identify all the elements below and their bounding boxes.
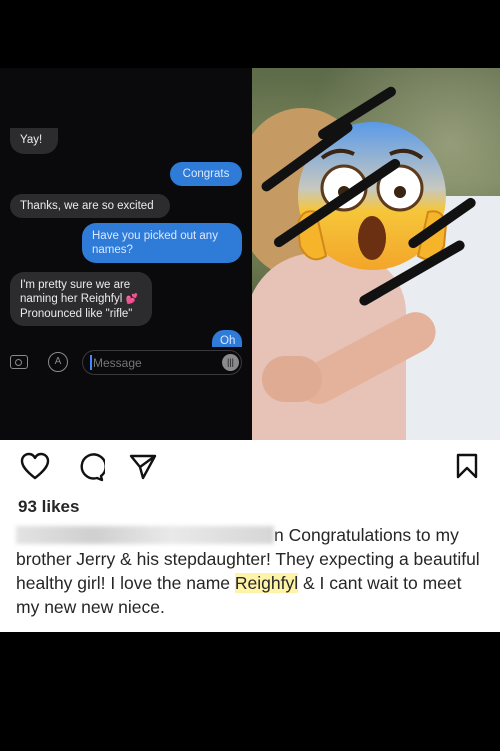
- chat-screenshot: Yay! Congrats Thanks, we are so excited …: [0, 68, 252, 440]
- app-store-icon[interactable]: A: [48, 352, 68, 372]
- chat-line: I'm pretty sure we are: [20, 279, 131, 291]
- post-actions: [0, 440, 500, 490]
- chat-line: naming her Reighfyl 💕: [20, 293, 138, 305]
- heart-emoji-icon: 💕: [125, 294, 138, 305]
- share-icon[interactable]: [128, 452, 158, 480]
- hand: [262, 356, 322, 402]
- post-image: Yay! Congrats Thanks, we are so excited …: [0, 68, 500, 440]
- chat-line: Pronounced like "rifle": [20, 308, 133, 320]
- message-input[interactable]: [82, 350, 242, 375]
- instagram-post-footer: 93 likes n Congratulations to my brother…: [0, 440, 500, 632]
- audio-icon[interactable]: |||: [222, 354, 239, 371]
- chat-bubble-sent: Have you picked out any names?: [82, 223, 242, 263]
- text-caret: [90, 355, 92, 370]
- chat-bubble-received: I'm pretty sure we are naming her Reighf…: [10, 272, 152, 326]
- fearful-emoji: [296, 122, 448, 270]
- chat-bubble-received: Thanks, we are so excited: [10, 194, 170, 218]
- highlighted-name: Reighfyl: [234, 573, 299, 593]
- camera-icon[interactable]: [10, 355, 28, 369]
- bookmark-icon[interactable]: [455, 452, 479, 480]
- redacted-username: [16, 526, 274, 544]
- comment-icon[interactable]: [75, 452, 105, 482]
- message-composer: A |||: [0, 347, 252, 381]
- couple-photo: [252, 68, 500, 440]
- post-caption: n Congratulations to my brother Jerry & …: [16, 523, 486, 619]
- heart-icon[interactable]: [20, 452, 50, 480]
- likes-count[interactable]: 93 likes: [18, 497, 79, 517]
- chat-bubble-sent: Congrats: [170, 162, 242, 186]
- chat-bubble-received: Yay!: [10, 128, 58, 154]
